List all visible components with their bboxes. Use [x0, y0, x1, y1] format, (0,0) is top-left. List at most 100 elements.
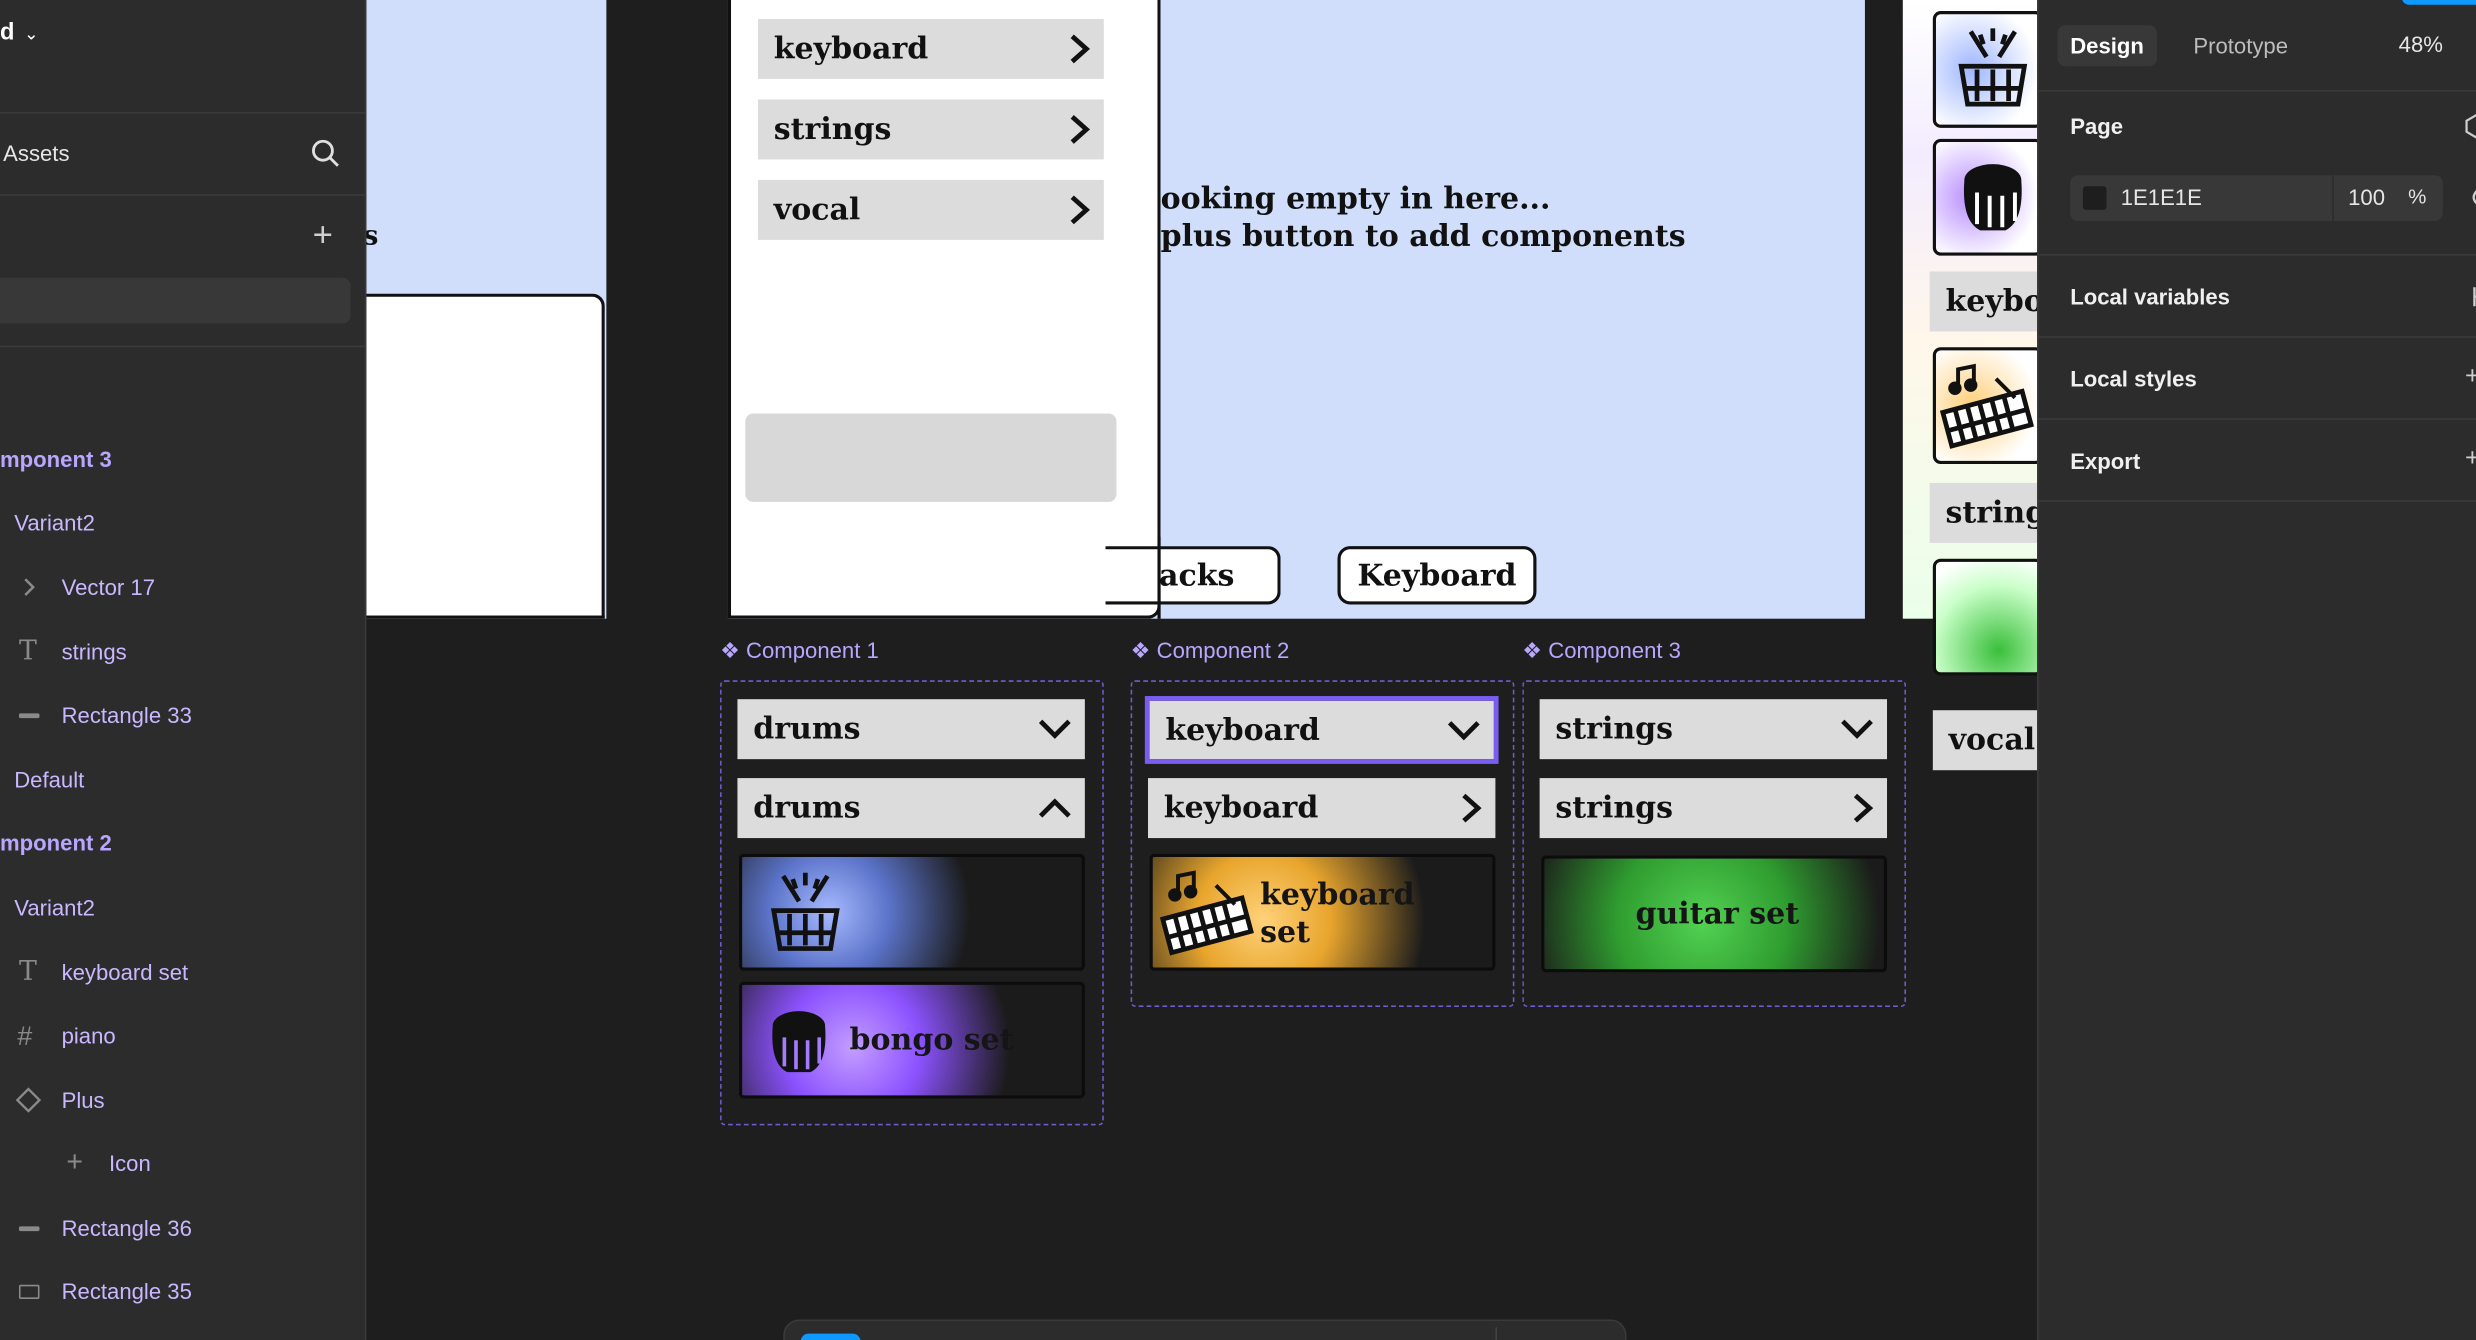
layer-rectangle-35[interactable]: Rectangle 35 — [62, 1278, 192, 1303]
dropdown-label: strings — [1555, 711, 1674, 747]
local-variables-heading[interactable]: Local variables — [2070, 284, 2230, 309]
component-3-label[interactable]: ❖ Component 3 — [1522, 638, 1681, 665]
chevron-right-icon — [1853, 793, 1874, 823]
divider — [2038, 500, 2476, 502]
page-settings-icon[interactable] — [2465, 113, 2476, 139]
add-export-plus-icon[interactable]: + — [2465, 445, 2476, 473]
drums-dropdown-closed[interactable]: drums — [737, 699, 1085, 760]
variables-icon[interactable] — [2467, 284, 2476, 309]
strings-dropdown-open[interactable]: strings — [1539, 778, 1888, 839]
tab-prototype[interactable]: Prototype — [2181, 25, 2301, 66]
right-guitar-tile[interactable] — [1932, 558, 2044, 676]
component-2-label[interactable]: ❖ Component 2 — [1131, 638, 1290, 665]
tab-pill-keyboard[interactable]: Keyboard — [1337, 546, 1537, 605]
bongo-set-card[interactable]: bongo set — [739, 981, 1085, 1099]
guitar-set-card[interactable]: guitar set — [1541, 855, 1888, 973]
toolbar-active-tool[interactable] — [800, 1333, 861, 1340]
dropdown-label: drums — [753, 711, 861, 747]
component-3-name: Component 3 — [1548, 637, 1681, 663]
drum-icon — [1958, 28, 2028, 107]
keyboard-dropdown-closed[interactable]: keyboard — [1144, 696, 1499, 764]
layer-keyboard-set[interactable]: keyboard set — [62, 960, 189, 985]
layer-vector-17[interactable]: Vector 17 — [62, 575, 155, 600]
empty-state-line-1: ooking empty in here... — [1160, 181, 1551, 217]
chevron-right-icon — [1070, 34, 1090, 64]
divider — [2038, 418, 2476, 420]
page-color-field[interactable]: 1E1E1E 100 % — [2070, 175, 2443, 221]
guitar-set-label: guitar set — [1635, 896, 1800, 932]
right-vocal-label[interactable]: vocal — [1932, 710, 2038, 771]
menu-item-label: vocal — [773, 192, 861, 228]
menu-item-vocal[interactable]: vocal — [757, 179, 1104, 240]
strings-dropdown-closed[interactable]: strings — [1539, 699, 1888, 760]
file-name[interactable]: d ⌄ — [0, 19, 39, 46]
plus-icon: + — [66, 1145, 83, 1178]
frame-left-card[interactable] — [366, 293, 605, 619]
dropdown-label: keyboard — [1165, 712, 1320, 748]
bongo-icon — [1963, 164, 2022, 231]
pill-label: acks — [1159, 557, 1235, 593]
share-button-edge[interactable] — [2401, 0, 2476, 5]
text-icon: T — [18, 956, 37, 989]
layer-variant2[interactable]: Variant2 — [14, 510, 95, 535]
divider — [2038, 89, 2476, 92]
page-row-selected[interactable] — [0, 277, 351, 324]
assets-tab[interactable]: Assets — [3, 140, 69, 165]
layer-piano[interactable]: piano — [62, 1023, 116, 1048]
drums-set-card[interactable] — [739, 853, 1085, 971]
component-1-name: Component 1 — [746, 637, 879, 663]
chevron-down-icon: ⌄ — [23, 25, 39, 45]
layer-default[interactable]: Default — [14, 767, 84, 792]
color-swatch[interactable] — [2082, 186, 2107, 210]
search-icon[interactable] — [310, 137, 342, 169]
chevron-right-icon — [1070, 115, 1090, 144]
chevron-down-icon — [1038, 719, 1071, 739]
chevron-up-icon — [1038, 798, 1071, 818]
local-styles-heading[interactable]: Local styles — [2070, 366, 2197, 391]
component-1-label[interactable]: ❖ Component 1 — [720, 638, 879, 665]
chevron-right-icon[interactable] — [22, 576, 38, 598]
dropdown-panel[interactable] — [727, 0, 1161, 619]
zoom-level[interactable]: 48% — [2399, 32, 2443, 57]
line-icon — [18, 1226, 40, 1232]
dropdown-label: keyboard — [1163, 790, 1319, 826]
layer-strings[interactable]: strings — [62, 639, 127, 664]
visibility-eye-icon[interactable] — [2465, 186, 2476, 208]
layer-plus[interactable]: Plus — [62, 1087, 105, 1112]
layer-rectangle-33[interactable]: Rectangle 33 — [62, 702, 192, 727]
dropdown-label: strings — [1555, 790, 1674, 826]
layer-icon[interactable]: Icon — [109, 1151, 151, 1176]
bottom-toolbar[interactable] — [783, 1319, 1627, 1340]
layer-component-3[interactable]: mponent 3 — [0, 447, 112, 472]
divider — [0, 194, 367, 196]
export-heading[interactable]: Export — [2070, 448, 2140, 473]
keyboard-set-card[interactable]: keyboard set — [1149, 853, 1496, 971]
menu-item-keyboard[interactable]: keyboard — [757, 18, 1104, 79]
menu-item-strings[interactable]: strings — [757, 99, 1104, 160]
chevron-down-icon — [1447, 720, 1480, 740]
page-color-hex[interactable]: 1E1E1E — [2121, 185, 2202, 210]
drums-dropdown-open[interactable]: drums — [737, 778, 1085, 839]
keyboard-dropdown-open[interactable]: keyboard — [1148, 778, 1496, 839]
add-style-plus-icon[interactable]: + — [2465, 363, 2476, 391]
chevron-down-icon — [1841, 719, 1873, 739]
divider — [0, 345, 367, 348]
layer-variant2[interactable]: Variant2 — [14, 895, 95, 920]
toolbar-divider — [1495, 1327, 1497, 1340]
tab-pill-tracks[interactable]: acks — [1105, 546, 1281, 605]
add-page-plus-icon[interactable]: + — [313, 217, 333, 253]
instance-icon — [15, 1087, 42, 1113]
figma-window: s keyboard strings vocal ooking empty in… — [0, 0, 2476, 1340]
right-panel: Design Prototype 48% Page 1E1E1E 100 % L… — [2037, 0, 2476, 1340]
placeholder-block[interactable] — [745, 413, 1117, 502]
right-keyboard-label[interactable]: keybo — [1929, 271, 2044, 332]
layer-component-2[interactable]: mponent 2 — [0, 830, 112, 855]
right-strings-label[interactable]: string — [1929, 482, 2044, 543]
left-panel: d ⌄ Assets + mponent 3 Variant2 Vector 17… — [0, 0, 367, 1340]
layer-rectangle-36[interactable]: Rectangle 36 — [62, 1215, 192, 1240]
dropdown-label: drums — [753, 790, 861, 826]
page-heading: Page — [2070, 113, 2124, 139]
page-opacity[interactable]: 100 — [2348, 185, 2385, 210]
tab-design[interactable]: Design — [2057, 25, 2157, 67]
bongo-set-label: bongo set — [849, 1022, 1014, 1058]
